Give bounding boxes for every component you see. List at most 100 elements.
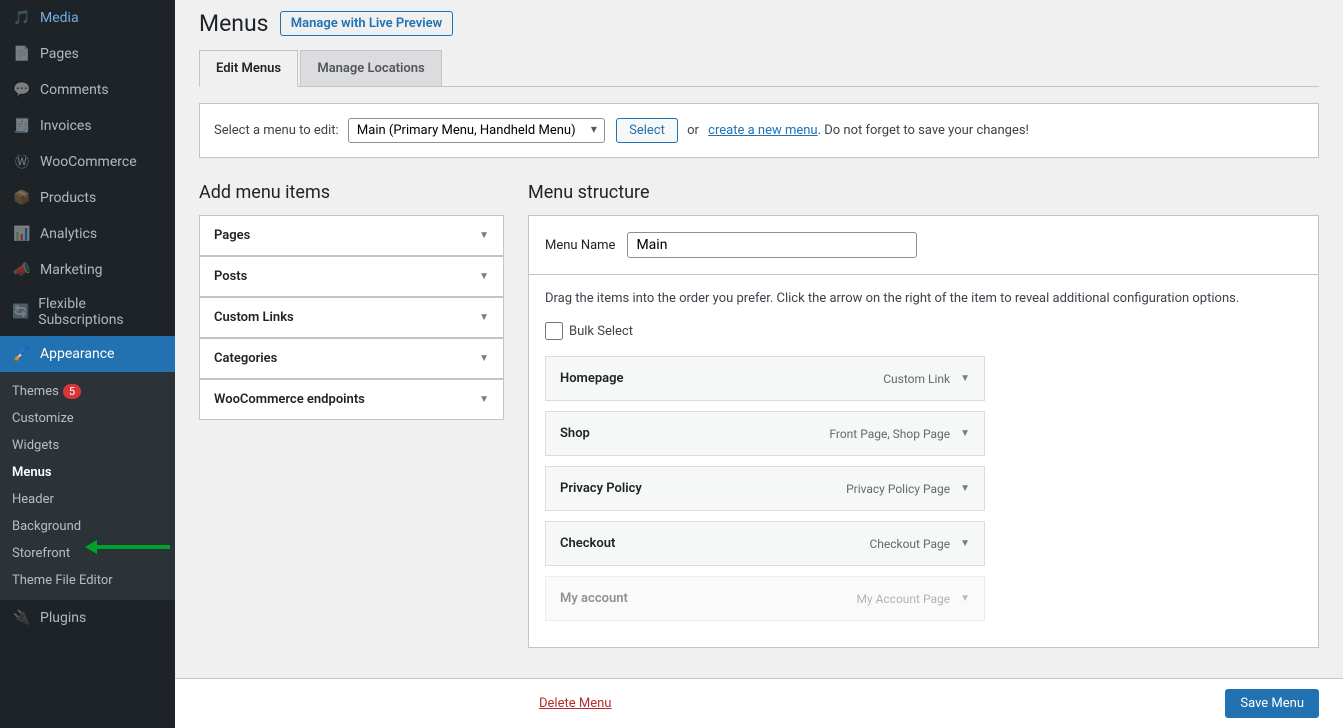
- sidebar-item-label: WooCommerce: [40, 154, 137, 170]
- plugins-icon: 🔌: [12, 608, 32, 628]
- comments-icon: 💬: [12, 80, 32, 100]
- sidebar-item-comments[interactable]: 💬 Comments: [0, 72, 175, 108]
- sidebar-item-appearance[interactable]: 🖌️ Appearance: [0, 336, 175, 372]
- live-preview-button[interactable]: Manage with Live Preview: [280, 11, 453, 36]
- submenu-label: Theme File Editor: [12, 573, 113, 588]
- submenu-label: Background: [12, 519, 81, 534]
- menu-item-type: Checkout Page: [869, 537, 950, 551]
- accordion-label: Custom Links: [214, 310, 294, 325]
- page-title: Menus: [199, 10, 269, 37]
- or-text: or: [687, 123, 699, 138]
- caret-down-icon[interactable]: ▼: [960, 538, 970, 549]
- submenu-label: Storefront: [12, 546, 70, 561]
- submenu-label: Header: [12, 492, 54, 507]
- submenu-label: Themes: [12, 384, 59, 399]
- submenu-storefront[interactable]: Storefront: [0, 540, 175, 567]
- menu-item-checkout[interactable]: CheckoutCheckout Page ▼: [545, 521, 985, 566]
- caret-down-icon[interactable]: ▼: [960, 593, 970, 604]
- menu-select-dropdown[interactable]: Main (Primary Menu, Handheld Menu): [348, 118, 605, 143]
- submenu-widgets[interactable]: Widgets: [0, 432, 175, 459]
- pages-icon: 📄: [12, 44, 32, 64]
- sidebar-item-pages[interactable]: 📄 Pages: [0, 36, 175, 72]
- accordion-pages[interactable]: Pages▼: [199, 215, 504, 256]
- accordion-woocommerce-endpoints[interactable]: WooCommerce endpoints ▼: [199, 379, 504, 420]
- accordion-custom-links[interactable]: Custom Links ▼: [199, 297, 504, 338]
- menu-structure-heading: Menu structure: [528, 182, 1319, 203]
- caret-down-icon: ▼: [479, 312, 489, 323]
- accordion-label: Pages: [214, 228, 250, 243]
- menu-item-shop[interactable]: ShopFront Page, Shop Page ▼: [545, 411, 985, 456]
- submenu-menus[interactable]: Menus: [0, 459, 175, 486]
- admin-sidebar: 🎵Media 📄 Pages 💬 Comments 🧾 Invoices Ⓦ WooCo…: [0, 0, 175, 728]
- main-content: Menus Manage with Live Preview Edit Menu…: [175, 0, 1343, 728]
- menu-selector-bar: Select a menu to edit: Main (Primary Men…: [199, 103, 1319, 158]
- submenu-customize[interactable]: Customize: [0, 405, 175, 432]
- sidebar-item-label: Appearance: [40, 346, 114, 362]
- submenu-theme-file-editor[interactable]: Theme File Editor: [0, 567, 175, 594]
- caret-down-icon: ▼: [479, 394, 489, 405]
- woocommerce-icon: Ⓦ: [12, 152, 32, 172]
- sidebar-item-label: Pages: [40, 46, 79, 62]
- sidebar-item-label: Invoices: [40, 118, 92, 134]
- create-menu-link[interactable]: create a new menu: [708, 123, 817, 138]
- select-button[interactable]: Select: [616, 118, 678, 143]
- menu-item-title: Shop: [560, 426, 829, 441]
- sidebar-item-invoices[interactable]: 🧾 Invoices: [0, 108, 175, 144]
- instruction-text: Drag the items into the order you prefer…: [529, 275, 1318, 322]
- sidebar-item-label: Media: [40, 10, 79, 26]
- tab-edit-menus[interactable]: Edit Menus: [199, 50, 298, 87]
- caret-down-icon[interactable]: ▼: [960, 373, 970, 384]
- caret-down-icon[interactable]: ▼: [960, 428, 970, 439]
- analytics-icon: 📊: [12, 224, 32, 244]
- sidebar-item-label: Flexible Subscriptions: [38, 296, 163, 328]
- nav-tabs: Edit Menus Manage Locations: [199, 49, 1319, 87]
- sidebar-item-label: Plugins: [40, 610, 86, 626]
- bulk-select-checkbox[interactable]: [545, 322, 563, 340]
- update-badge: 5: [63, 384, 81, 399]
- submenu-label: Menus: [12, 465, 52, 480]
- sidebar-item-analytics[interactable]: 📊Analytics: [0, 216, 175, 252]
- menu-item-privacy-policy[interactable]: Privacy PolicyPrivacy Policy Page ▼: [545, 466, 985, 511]
- accordion-label: Categories: [214, 351, 277, 366]
- caret-down-icon[interactable]: ▼: [960, 483, 970, 494]
- delete-menu-link[interactable]: Delete Menu: [539, 696, 611, 711]
- menu-item-my-account[interactable]: My accountMy Account Page▼: [545, 576, 985, 621]
- invoices-icon: 🧾: [12, 116, 32, 136]
- menu-item-type: Privacy Policy Page: [846, 482, 950, 496]
- save-menu-button[interactable]: Save Menu: [1225, 689, 1319, 718]
- menu-item-type: Front Page, Shop Page: [829, 427, 950, 441]
- menu-name-label: Menu Name: [545, 238, 615, 253]
- submenu-background[interactable]: Background: [0, 513, 175, 540]
- sidebar-item-label: Products: [40, 190, 96, 206]
- sidebar-item-flexible-subscriptions[interactable]: 🔄 Flexible Subscriptions: [0, 288, 175, 336]
- menu-item-type: Custom Link: [883, 372, 950, 386]
- submenu-header[interactable]: Header: [0, 486, 175, 513]
- submenu-themes[interactable]: Themes 5: [0, 378, 175, 405]
- add-items-heading: Add menu items: [199, 182, 504, 203]
- menu-item-title: Homepage: [560, 371, 883, 386]
- sidebar-item-woocommerce[interactable]: Ⓦ WooCommerce: [0, 144, 175, 180]
- menu-item-title: Checkout: [560, 536, 869, 551]
- menu-name-input[interactable]: [627, 232, 917, 258]
- sidebar-item-products[interactable]: 📦 Products: [0, 180, 175, 216]
- bulk-select-label[interactable]: Bulk Select: [569, 324, 633, 339]
- accordion-categories[interactable]: Categories ▼: [199, 338, 504, 379]
- products-icon: 📦: [12, 188, 32, 208]
- sidebar-item-label: Comments: [40, 82, 109, 98]
- sidebar-item-media[interactable]: 🎵Media: [0, 0, 175, 36]
- subscriptions-icon: 🔄: [12, 302, 30, 322]
- tab-manage-locations[interactable]: Manage Locations: [300, 50, 441, 86]
- caret-down-icon: ▼: [479, 353, 489, 364]
- submenu-label: Widgets: [12, 438, 59, 453]
- appearance-icon: 🖌️: [12, 344, 32, 364]
- sidebar-item-plugins[interactable]: 🔌 Plugins: [0, 600, 175, 636]
- footer-bar: Delete Menu Save Menu: [175, 678, 1343, 728]
- accordion-label: WooCommerce endpoints: [214, 392, 365, 407]
- accordion-posts[interactable]: Posts▼: [199, 256, 504, 297]
- menu-item-homepage[interactable]: HomepageCustom Link ▼: [545, 356, 985, 401]
- menu-item-title: Privacy Policy: [560, 481, 846, 496]
- trailing-text: . Do not forget to save your changes!: [818, 123, 1029, 138]
- menu-structure-panel: Menu Name Drag the items into the order …: [528, 215, 1319, 648]
- marketing-icon: 📣: [12, 260, 32, 280]
- sidebar-item-marketing[interactable]: 📣Marketing: [0, 252, 175, 288]
